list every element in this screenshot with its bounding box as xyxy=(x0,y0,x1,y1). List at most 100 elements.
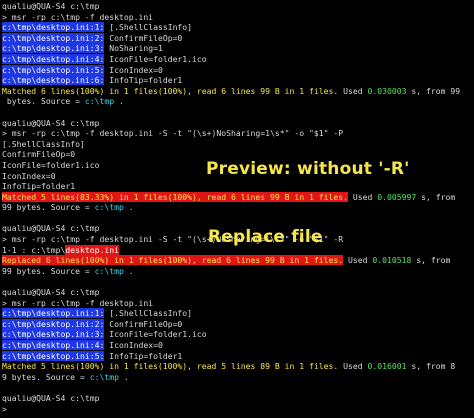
terminal-text-segment: IconIndex=0 xyxy=(104,340,163,350)
terminal-text-segment: InfoTip=folder1 xyxy=(2,181,76,192)
terminal-text-segment: s, from xyxy=(416,191,456,202)
terminal-text-segment: InfoTip=folder1 xyxy=(104,75,183,86)
terminal-line: c:\tmp\desktop.ini:3: IconFile=folder1.i… xyxy=(2,329,474,340)
terminal-text-segment: InfoTip=folder1 xyxy=(104,350,183,361)
terminal-text-segment: s, from 99 xyxy=(406,85,461,96)
terminal-text-segment: c:\tmp\desktop.ini:6: xyxy=(2,75,105,86)
terminal-text-segment: 0.010518 xyxy=(372,255,412,266)
terminal-text-segment: > msr -rp c:\tmp -f desktop.ini -S -t "(… xyxy=(2,128,344,139)
terminal-line: qualiu@QUA-S4 c:\tmp xyxy=(2,118,474,129)
preview-annotation: Preview: without '-R' xyxy=(206,159,410,179)
terminal-line: qualiu@QUA-S4 c:\tmp xyxy=(2,393,474,404)
terminal-text-segment: IconFile=folder1.ico xyxy=(2,159,100,170)
terminal-text-segment: desktop.ini xyxy=(65,244,119,255)
terminal-text-segment: [.ShellClassInfo] xyxy=(2,138,85,149)
terminal-line: c:\tmp\desktop.ini:5: InfoTip=folder1 xyxy=(2,350,474,362)
terminal-line: c:\tmp\desktop.ini:5: IconIndex=0 xyxy=(2,64,474,76)
terminal-line: Replaced 6 lines(100%) in 1 files(100%),… xyxy=(2,255,474,266)
terminal-text-segment: Used xyxy=(338,85,368,96)
terminal-output: qualiu@QUA-S4 c:\tmp > msr -rp c:\tmp -f … xyxy=(2,1,474,414)
terminal-line: Matched 6 lines(100%) in 1 files(100%), … xyxy=(2,86,474,97)
terminal-line: > msr -rp c:\tmp -f desktop.ini xyxy=(2,298,474,309)
terminal-text-segment: IconIndex=0 xyxy=(104,64,163,75)
terminal-line: 99 bytes. Source = c:\tmp . xyxy=(2,202,474,213)
terminal-text-segment: 1-1 : xyxy=(2,244,32,255)
terminal-line: Matched 5 lines(83.33%) in 1 files(100%)… xyxy=(2,191,474,203)
terminal-text-segment: 99 bytes. Source = xyxy=(2,265,95,276)
terminal-line: c:\tmp\desktop.ini:2: ConfirmFileOp=0 xyxy=(2,32,474,44)
terminal-text-segment: > msr -rp c:\tmp -f desktop.ini xyxy=(2,11,154,22)
terminal-text-segment: qualiu@QUA-S4 c:\tmp xyxy=(2,392,100,403)
terminal-text-segment: IconIndex=0 xyxy=(2,170,56,181)
terminal-text-segment: ConfirmFileOp=0 xyxy=(2,149,76,160)
terminal-line: 99 bytes. Source = c:\tmp . xyxy=(2,266,474,277)
terminal-line: 9 bytes. Source = c:\tmp . xyxy=(2,372,474,383)
terminal-text-segment: c:\tmp\desktop.ini:1: xyxy=(2,22,105,33)
terminal-text-segment: IconFile=folder1.ico xyxy=(104,329,207,340)
terminal-line: Matched 5 lines(100%) in 1 files(100%), … xyxy=(2,361,474,372)
terminal-text-segment: c:\tmp xyxy=(94,265,124,276)
terminal-line: c:\tmp\desktop.ini:1: [.ShellClassInfo] xyxy=(2,308,474,319)
terminal-text-segment: . xyxy=(118,371,129,382)
terminal-text-segment: s, from xyxy=(411,255,451,266)
terminal-text-segment: IconFile=folder1.ico xyxy=(104,53,207,64)
terminal-text-segment: [.ShellClassInfo] xyxy=(104,308,193,319)
terminal-text-segment: 0.030003 xyxy=(367,85,407,96)
replace-annotation: Replace file xyxy=(208,227,323,247)
terminal-line: > xyxy=(2,404,474,415)
terminal-text-segment: Used xyxy=(347,191,378,202)
terminal-text-segment: Replaced 6 lines(100%) in 1 files(100%),… xyxy=(2,255,344,266)
terminal-text-segment: Matched 6 lines(100%) in 1 files(100%), … xyxy=(2,85,339,96)
terminal-text-segment: 99 bytes. Source = xyxy=(2,202,95,213)
terminal-text-segment: c:\tmp\desktop.ini:4: xyxy=(2,53,105,64)
terminal-text-segment: c:\tmp\desktop.ini:1: xyxy=(2,308,105,319)
terminal-text-segment: . xyxy=(114,96,124,107)
terminal-line: c:\tmp\desktop.ini:2: ConfirmFileOp=0 xyxy=(2,318,474,330)
terminal-text-segment: qualiu@QUA-S4 c:\tmp xyxy=(2,117,100,128)
terminal-text-segment: > xyxy=(2,403,12,414)
terminal-text-segment: 0.016001 xyxy=(367,361,407,372)
terminal-text-segment: c:\tmp\desktop.ini:5: xyxy=(2,64,105,75)
terminal-text-segment: c:\tmp xyxy=(89,371,119,382)
terminal-line: > msr -rp c:\tmp -f desktop.ini xyxy=(2,12,474,23)
terminal-text-segment: [.ShellClassInfo] xyxy=(104,22,193,33)
terminal-line: qualiu@QUA-S4 c:\tmp xyxy=(2,1,474,12)
terminal-text-segment: NoSharing=1 xyxy=(104,43,163,54)
terminal-text-segment: c:\tmp\desktop.ini:4: xyxy=(2,340,105,350)
terminal-line: c:\tmp\desktop.ini:4: IconIndex=0 xyxy=(2,340,474,351)
terminal-text-segment: bytes. Source = xyxy=(2,96,85,107)
terminal-text-segment: c:\tmp\desktop.ini:2: xyxy=(2,32,105,43)
terminal-line: c:\tmp\desktop.ini:6: InfoTip=folder1 xyxy=(2,75,474,86)
terminal-text-segment: 9 bytes. Source = xyxy=(2,371,90,382)
terminal-line: [.ShellClassInfo] xyxy=(2,139,474,150)
terminal-line: c:\tmp\desktop.ini:3: NoSharing=1 xyxy=(2,43,474,54)
terminal-text-segment: 0.005997 xyxy=(377,191,417,202)
terminal-line: InfoTip=folder1 xyxy=(2,181,474,192)
terminal-text-segment: c:\tmp\ xyxy=(31,244,66,255)
terminal-window[interactable]: qualiu@QUA-S4 c:\tmp > msr -rp c:\tmp -f … xyxy=(0,0,474,418)
terminal-line: c:\tmp\desktop.ini:1: [.ShellClassInfo] xyxy=(2,22,474,33)
terminal-text-segment: c:\tmp xyxy=(94,202,124,213)
terminal-text-segment: c:\tmp\desktop.ini:3: xyxy=(2,329,105,340)
terminal-line: > msr -rp c:\tmp -f desktop.ini -S -t "(… xyxy=(2,128,474,139)
terminal-text-segment: . xyxy=(123,265,134,276)
terminal-text-segment: c:\tmp\desktop.ini:3: xyxy=(2,43,105,54)
terminal-text-segment: c:\tmp xyxy=(84,96,115,107)
terminal-text-segment: qualiu@QUA-S4 c:\tmp xyxy=(2,287,100,298)
terminal-text-segment: ConfirmFileOp=0 xyxy=(104,318,183,329)
terminal-text-segment: ConfirmFileOp=0 xyxy=(104,32,183,43)
terminal-text-segment: c:\tmp\desktop.ini:2: xyxy=(2,318,105,329)
terminal-text-segment: c:\tmp\desktop.ini:5: xyxy=(2,350,105,361)
terminal-text-segment: Matched 5 lines(83.33%) in 1 files(100%)… xyxy=(2,191,348,202)
terminal-line: qualiu@QUA-S4 c:\tmp xyxy=(2,287,474,298)
terminal-line: bytes. Source = c:\tmp . xyxy=(2,96,474,107)
terminal-text-segment: s, from 8 xyxy=(406,361,456,372)
terminal-text-segment: Used xyxy=(343,255,373,266)
terminal-text-segment: qualiu@QUA-S4 c:\tmp xyxy=(2,1,100,11)
terminal-text-segment: qualiu@QUA-S4 c:\tmp xyxy=(2,223,100,234)
terminal-text-segment: > msr -rp c:\tmp -f desktop.ini xyxy=(2,297,154,308)
